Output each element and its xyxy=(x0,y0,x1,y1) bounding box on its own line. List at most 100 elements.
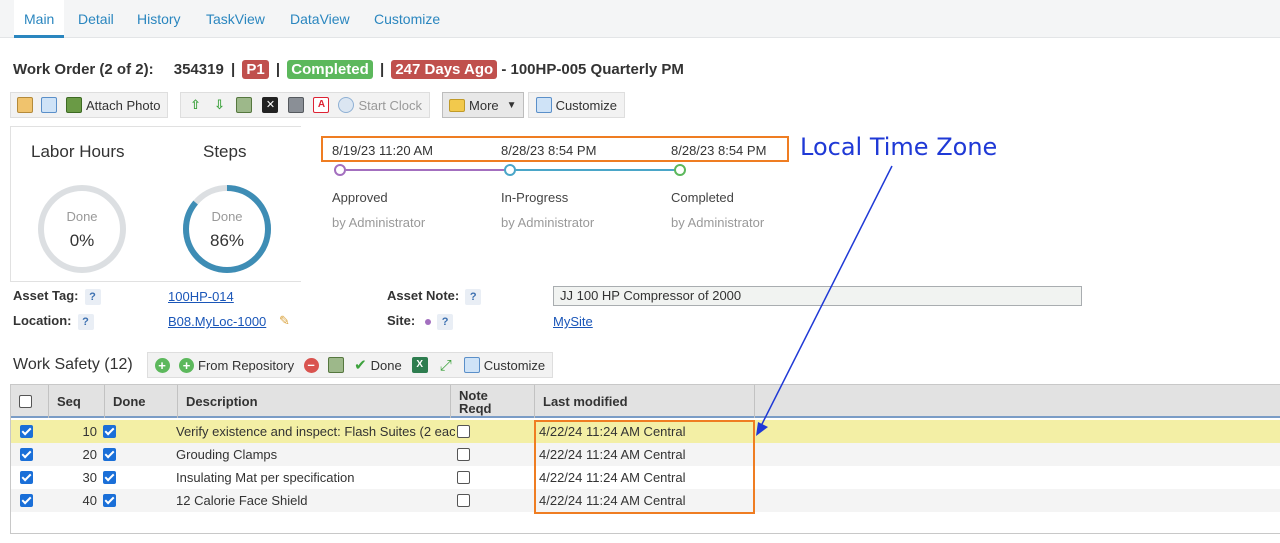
more-label: More xyxy=(469,97,499,113)
export-button[interactable] xyxy=(323,353,349,377)
done-checkbox[interactable] xyxy=(103,471,116,484)
done-checkbox[interactable] xyxy=(103,494,116,507)
start-clock-button[interactable]: Start Clock xyxy=(333,93,427,117)
help-icon[interactable]: ? xyxy=(437,314,454,330)
tab-bar: Main Detail History TaskView DataView Cu… xyxy=(0,0,1280,38)
done-checkbox[interactable] xyxy=(103,425,116,438)
help-icon[interactable]: ? xyxy=(84,289,101,305)
help-icon[interactable]: ? xyxy=(77,314,94,330)
attach-photo-button[interactable]: Attach Photo xyxy=(61,93,165,117)
row-select-checkbox[interactable] xyxy=(20,425,33,438)
seq-cell: 10 xyxy=(82,424,97,439)
edit-button[interactable] xyxy=(13,93,37,117)
select-all-checkbox[interactable] xyxy=(19,395,32,408)
from-repository-button[interactable]: + From Repository xyxy=(174,353,299,377)
excel-button[interactable]: X xyxy=(407,353,433,377)
add-button[interactable]: + xyxy=(150,353,174,377)
steps-gauge xyxy=(183,185,271,273)
location-label: Location: xyxy=(13,313,72,328)
note-reqd-checkbox[interactable] xyxy=(457,494,470,507)
title-separator: | xyxy=(230,61,236,78)
move-up-button[interactable]: ⇧ xyxy=(183,93,207,117)
note-reqd-checkbox[interactable] xyxy=(457,425,470,438)
status-badge: Completed xyxy=(287,60,373,79)
attach-photo-label: Attach Photo xyxy=(86,97,161,113)
last-modified-cell: 4/22/24 11:24 AM Central xyxy=(539,447,686,462)
labor-hours-gauge xyxy=(38,185,126,273)
grid-header: Seq Done Description Note Reqd Last modi… xyxy=(11,385,1280,418)
column-seq[interactable]: Seq xyxy=(49,385,105,418)
pencil-icon[interactable]: ✎ xyxy=(279,313,290,329)
toolbar-group-actions: ⇧ ⇩ ✕ A Start Clock xyxy=(180,92,431,118)
safety-customize-button[interactable]: Customize xyxy=(459,353,550,377)
row-select-checkbox[interactable] xyxy=(20,494,33,507)
remove-button[interactable]: – xyxy=(299,353,323,377)
description-cell: 12 Calorie Face Shield xyxy=(176,493,308,508)
expand-button[interactable]: ⤢ xyxy=(433,353,459,377)
pdf-button[interactable]: A xyxy=(309,93,333,117)
note-reqd-checkbox[interactable] xyxy=(457,471,470,484)
safety-toolbar: + + From Repository – ✔ Done X ⤢ Customi… xyxy=(147,352,554,378)
toolbar-group-edit: Attach Photo xyxy=(10,92,169,118)
table-row[interactable]: 40 12 Calorie Face Shield 4/22/24 11:24 … xyxy=(11,489,1280,512)
table-row[interactable]: 20 Grouding Clamps 4/22/24 11:24 AM Cent… xyxy=(11,443,1280,466)
row-select-checkbox[interactable] xyxy=(20,471,33,484)
row-select-checkbox[interactable] xyxy=(20,448,33,461)
copy-icon xyxy=(41,97,57,113)
edit-icon xyxy=(17,97,33,113)
start-clock-label: Start Clock xyxy=(358,97,423,113)
help-icon[interactable]: ? xyxy=(465,289,482,305)
column-description[interactable]: Description xyxy=(178,385,451,418)
description-cell: Grouding Clamps xyxy=(176,447,278,462)
move-down-button[interactable]: ⇩ xyxy=(207,93,231,117)
tab-history[interactable]: History xyxy=(127,0,191,38)
location-link[interactable]: B08.MyLoc-1000 xyxy=(168,314,266,329)
customize-icon xyxy=(463,357,480,373)
arrow-down-icon: ⇩ xyxy=(214,97,225,112)
expand-icon: ⤢ xyxy=(439,356,452,374)
asset-tag-link[interactable]: 100HP-014 xyxy=(168,289,234,304)
print-button[interactable] xyxy=(283,93,309,117)
site-link[interactable]: MySite xyxy=(553,314,593,329)
customize-button[interactable]: Customize xyxy=(531,93,622,117)
delete-button[interactable]: ✕ xyxy=(257,93,283,117)
column-done[interactable]: Done xyxy=(105,385,178,418)
in-progress-date: 8/28/23 8:54 PM xyxy=(501,143,597,158)
safety-customize-label: Customize xyxy=(483,357,546,373)
status-timeline xyxy=(334,164,686,176)
title-separator: | xyxy=(379,61,385,78)
close-icon: ✕ xyxy=(262,97,279,113)
table-row[interactable]: 10 Verify existence and inspect: Flash S… xyxy=(11,420,1280,443)
excel-icon: X xyxy=(411,357,428,373)
checkmark-icon: ✔ xyxy=(354,357,367,374)
select-all-column xyxy=(11,385,49,418)
tab-dataview[interactable]: DataView xyxy=(280,0,360,38)
tab-main[interactable]: Main xyxy=(14,0,65,38)
tab-customize[interactable]: Customize xyxy=(364,0,450,38)
work-safety-grid: Seq Done Description Note Reqd Last modi… xyxy=(10,384,1280,534)
asset-tag-field: Asset Tag:? xyxy=(13,288,101,305)
customize-label: Customize xyxy=(555,97,617,113)
photo-icon xyxy=(66,97,82,113)
timeline-node-completed xyxy=(674,164,686,176)
done-button[interactable]: ✔ Done xyxy=(349,353,407,377)
safety-toolbar-group: + + From Repository – ✔ Done X ⤢ Customi… xyxy=(147,352,554,378)
tab-detail[interactable]: Detail xyxy=(68,0,124,38)
export-button[interactable] xyxy=(231,93,257,117)
note-reqd-checkbox[interactable] xyxy=(457,448,470,461)
copy-button[interactable] xyxy=(37,93,61,117)
approved-date: 8/19/23 11:20 AM xyxy=(332,143,433,158)
table-row[interactable]: 30 Insulating Mat per specification 4/22… xyxy=(11,466,1280,489)
from-repository-label: From Repository xyxy=(198,357,295,373)
age-badge: 247 Days Ago xyxy=(391,60,498,79)
steps-title: Steps xyxy=(203,142,247,161)
tab-taskview[interactable]: TaskView xyxy=(196,0,275,38)
clock-icon xyxy=(338,97,355,113)
export-icon xyxy=(328,357,345,373)
labor-hours-title: Labor Hours xyxy=(31,142,125,161)
column-last-modified[interactable]: Last modified xyxy=(535,385,755,418)
done-checkbox[interactable] xyxy=(103,448,116,461)
chevron-down-icon: ▼ xyxy=(506,99,517,111)
more-button[interactable]: More ▼ xyxy=(442,92,524,118)
column-note-reqd[interactable]: Note Reqd xyxy=(451,385,535,418)
